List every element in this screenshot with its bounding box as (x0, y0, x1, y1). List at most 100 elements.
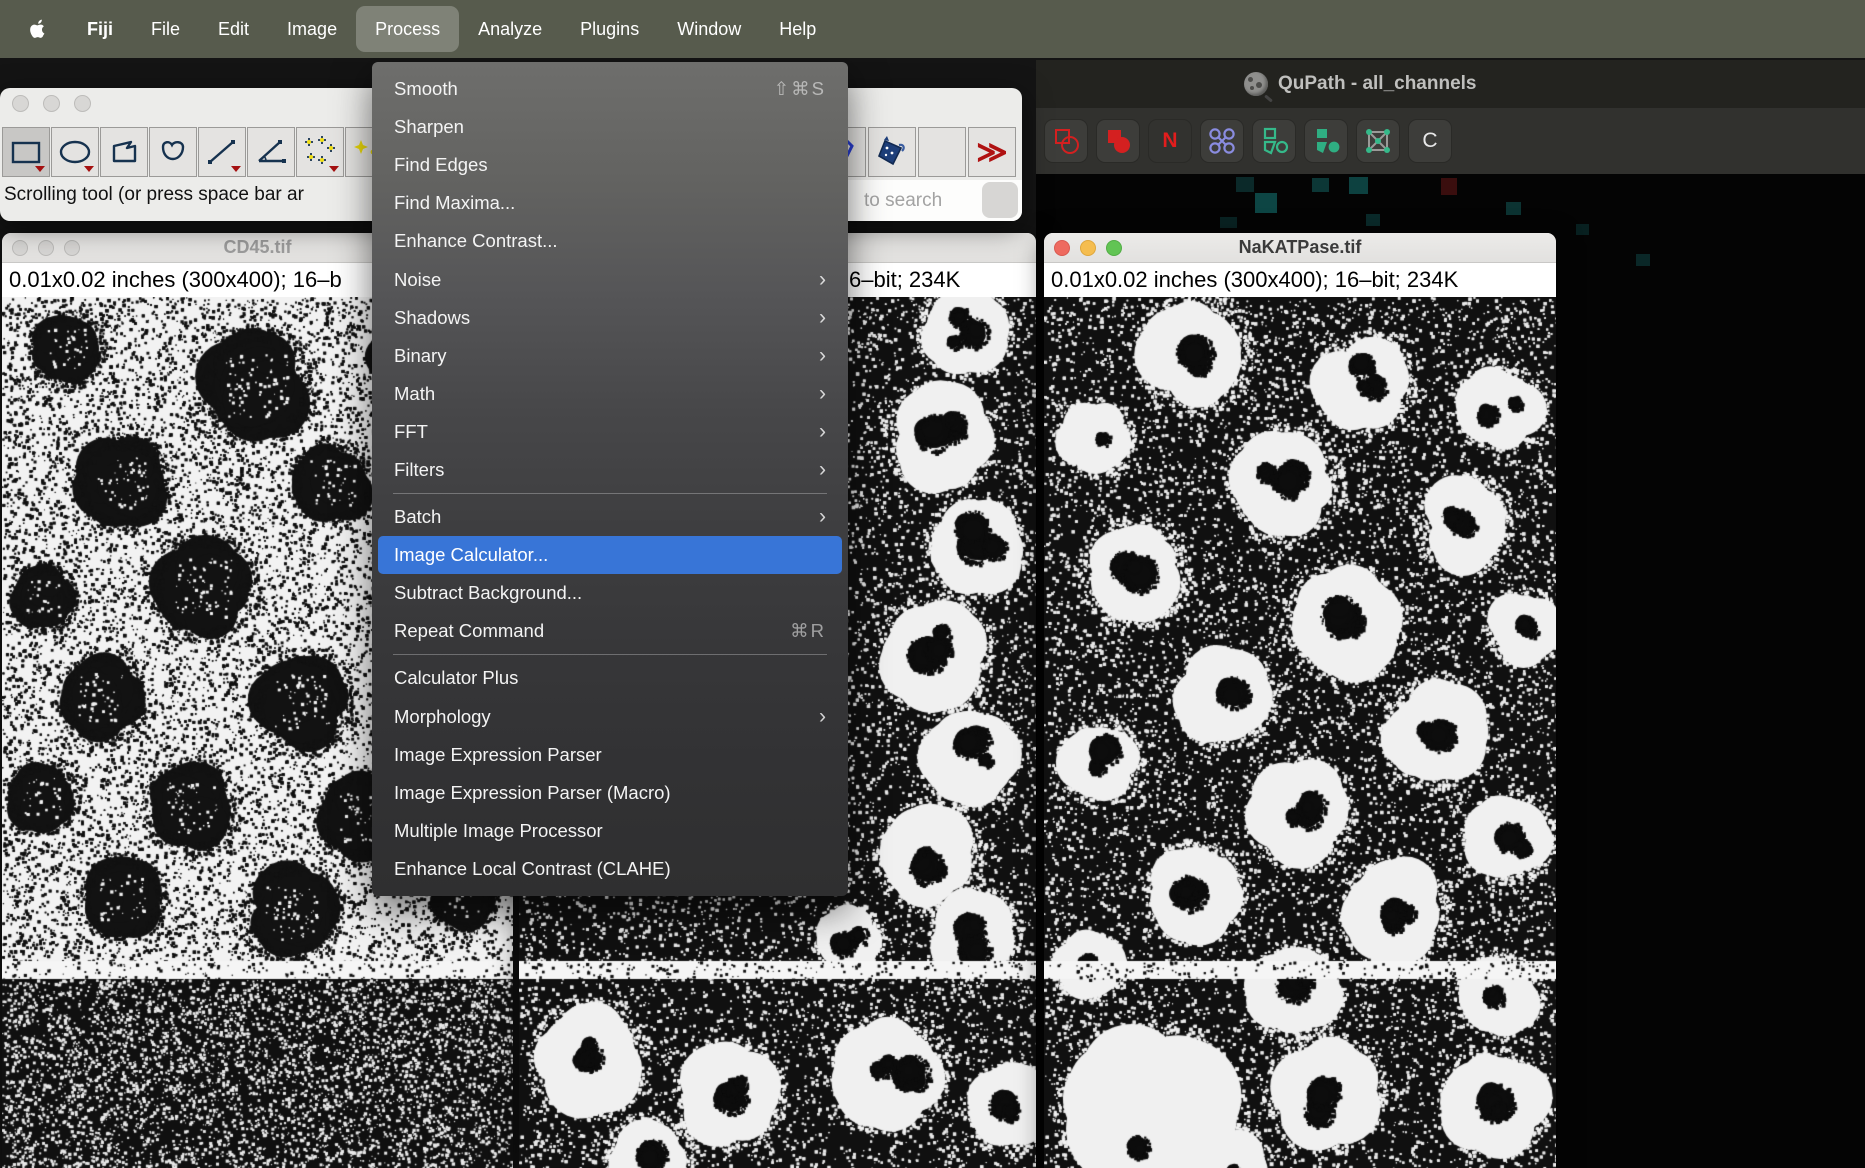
menu-item-label: Multiple Image Processor (394, 820, 842, 842)
viewer-tile (1636, 254, 1650, 266)
menu-item-smooth[interactable]: Smooth⇧⌘S (378, 70, 842, 108)
menu-item-label: FFT (394, 421, 819, 443)
menu-item-filters[interactable]: Filters› (378, 451, 842, 489)
menu-item-label: Sharpen (394, 116, 842, 138)
menu-item-label: Math (394, 383, 819, 405)
n-letter-button[interactable]: N (1148, 119, 1192, 163)
menubar-item-file[interactable]: File (132, 6, 199, 52)
submenu-arrow-icon: › (819, 458, 826, 482)
menu-item-label: Enhance Local Contrast (CLAHE) (394, 858, 842, 880)
menubar-item-plugins[interactable]: Plugins (561, 6, 658, 52)
menu-item-morphology[interactable]: Morphology› (378, 698, 842, 736)
nakatpase-window[interactable]: NaKATPase.tif 0.01x0.02 inches (300x400)… (1044, 233, 1556, 1168)
detections-icon[interactable] (1200, 119, 1244, 163)
menu-item-label: Batch (394, 506, 819, 528)
desktop: ≫ Scrolling tool (or press space bar ar … (0, 0, 1865, 1168)
angle-tool[interactable] (247, 127, 295, 177)
process-menu: Smooth⇧⌘S Sharpen Find EdgesFind Maxima...… (372, 62, 848, 896)
menu-item-label: Image Calculator... (394, 544, 842, 566)
menu-separator (393, 493, 827, 494)
menubar-item-window[interactable]: Window (658, 6, 760, 52)
image-info-text: 6–bit; 234K (849, 267, 960, 293)
window-controls (12, 95, 91, 112)
oval-tool[interactable] (51, 127, 99, 177)
menu-item-image-expression-parser-macro[interactable]: Image Expression Parser (Macro) (378, 774, 842, 812)
menubar-item-edit[interactable]: Edit (199, 6, 268, 52)
menu-separator (393, 654, 827, 655)
c-letter-button[interactable]: C (1408, 119, 1452, 163)
bucket-tool[interactable] (868, 127, 916, 177)
viewer-tile (1576, 224, 1589, 235)
menu-item-find-edges[interactable]: Find Edges (378, 146, 842, 184)
menu-item-shortcut: ⇧⌘S (774, 78, 826, 100)
more-tools-button[interactable]: ≫ (968, 127, 1016, 177)
viewer-tile (1220, 217, 1237, 228)
apple-menu[interactable] (28, 18, 50, 41)
menu-item-subtract-background[interactable]: Subtract Background... (378, 574, 842, 612)
annotations-fill-icon[interactable] (1304, 119, 1348, 163)
menu-item-noise[interactable]: Noise› (378, 260, 842, 298)
point-tool[interactable] (296, 127, 344, 177)
qupath-titlebar[interactable]: QuPath - all_channels (1036, 60, 1865, 108)
submenu-arrow-icon: › (819, 382, 826, 406)
viewer-tile (1366, 214, 1380, 226)
menu-item-math[interactable]: Math› (378, 375, 842, 413)
selected-annotation-icon[interactable] (1096, 119, 1140, 163)
viewer-tile (1349, 177, 1368, 194)
status-text: Scrolling tool (or press space bar ar (4, 184, 304, 206)
close-button[interactable] (12, 95, 29, 112)
submenu-arrow-icon: › (819, 268, 826, 292)
viewer-tile (1236, 177, 1254, 192)
move-annotation-icon[interactable] (1044, 119, 1088, 163)
menubar-item-process[interactable]: Process (356, 6, 459, 52)
menubar-item-analyze[interactable]: Analyze (459, 6, 561, 52)
tma-grid-icon[interactable] (1356, 119, 1400, 163)
menu-item-find-maxima[interactable]: Find Maxima... (378, 184, 842, 222)
tool-dropdown-icon (329, 166, 339, 172)
rectangle-tool[interactable] (2, 127, 50, 177)
menubar-item-help[interactable]: Help (760, 6, 835, 52)
image-info-text: 0.01x0.02 inches (300x400); 16–bit; 234K (1051, 267, 1458, 293)
freehand-tool[interactable] (149, 127, 197, 177)
menu-item-calculator-plus[interactable]: Calculator Plus (378, 659, 842, 697)
menu-item-shadows[interactable]: Shadows› (378, 299, 842, 337)
menu-item-label: Enhance Contrast... (394, 230, 842, 252)
annotations-outline-icon[interactable] (1252, 119, 1296, 163)
menu-item-enhance-contrast[interactable]: Enhance Contrast... (378, 222, 842, 260)
menu-item-batch[interactable]: Batch› (378, 498, 842, 536)
menu-item-multiple-image-processor[interactable]: Multiple Image Processor (378, 812, 842, 850)
fiji-toolbar (2, 127, 394, 177)
menu-item-shortcut: ⌘R (790, 620, 826, 642)
menu-item-label: Filters (394, 459, 819, 481)
menubar-item-image[interactable]: Image (268, 6, 356, 52)
menu-item-enhance-local-contrast-clahe[interactable]: Enhance Local Contrast (CLAHE) (378, 850, 842, 888)
menu-item-image-calculator[interactable]: Image Calculator... (378, 536, 842, 574)
search-field-corner (982, 182, 1018, 218)
menu-item-label: Binary (394, 345, 819, 367)
menu-item-repeat-command[interactable]: Repeat Command⌘R (378, 612, 842, 650)
submenu-arrow-icon: › (819, 505, 826, 529)
search-input[interactable] (862, 189, 982, 213)
menu-item-label: Image Expression Parser (Macro) (394, 782, 842, 804)
qupath-logo-icon (1244, 72, 1268, 96)
search-bar[interactable] (840, 180, 1022, 221)
menu-item-label: Noise (394, 269, 819, 291)
line-tool[interactable] (198, 127, 246, 177)
menubar: FijiFileEditImageProcessAnalyzePluginsWi… (0, 0, 1865, 58)
nakatpase-image-canvas[interactable] (1044, 297, 1556, 1168)
polygon-tool[interactable] (100, 127, 148, 177)
menu-item-sharpen[interactable]: Sharpen (378, 108, 842, 146)
nakatpase-titlebar[interactable]: NaKATPase.tif (1044, 233, 1556, 263)
minimize-button[interactable] (43, 95, 60, 112)
menu-item-binary[interactable]: Binary› (378, 337, 842, 375)
tool-dropdown-icon (231, 166, 241, 172)
viewer-tile (1255, 193, 1277, 213)
blank-tool[interactable] (918, 127, 966, 177)
menu-item-fft[interactable]: FFT› (378, 413, 842, 451)
zoom-button[interactable] (74, 95, 91, 112)
menu-item-image-expression-parser[interactable]: Image Expression Parser (378, 736, 842, 774)
menu-item-label: Smooth (394, 78, 774, 100)
menubar-item-fiji[interactable]: Fiji (68, 6, 132, 52)
menu-item-label: Image Expression Parser (394, 744, 842, 766)
window-title: NaKATPase.tif (1044, 237, 1556, 258)
